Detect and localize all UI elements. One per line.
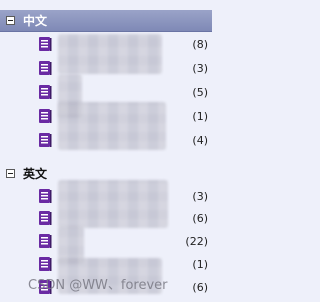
book-icon: [39, 234, 52, 248]
item-count: (1): [192, 257, 208, 271]
book-icon: [39, 189, 52, 203]
book-icon: [39, 109, 52, 123]
book-icon: [39, 85, 52, 99]
item-count: (22): [185, 234, 208, 248]
group-label: 中文: [23, 14, 48, 28]
item-count: (8): [192, 37, 208, 51]
collapse-minus-icon[interactable]: [6, 16, 15, 25]
item-count: (4): [192, 133, 208, 147]
redacted-block: [58, 34, 162, 74]
tree-item[interactable]: (22): [0, 229, 212, 253]
book-icon: [39, 37, 52, 51]
group-label: 英文: [23, 166, 48, 181]
watermark: CSDN @WW、forever: [28, 278, 168, 293]
redacted-block: [58, 102, 166, 150]
item-count: (6): [192, 211, 208, 225]
collapse-minus-icon[interactable]: [6, 168, 15, 178]
tree-view: 中文 (8) (3) (5) (1) (4) 英文 (3) (6) (22) (…: [0, 0, 212, 302]
book-icon: [39, 133, 52, 147]
tree-group-header-chinese[interactable]: 中文: [0, 10, 212, 32]
book-icon: [39, 257, 52, 271]
book-icon: [39, 211, 52, 225]
item-count: (5): [192, 85, 208, 99]
book-icon: [39, 61, 52, 75]
item-count: (1): [192, 109, 208, 123]
item-count: (3): [192, 61, 208, 75]
redacted-block: [58, 180, 168, 228]
item-count: (3): [192, 189, 208, 203]
item-count: (6): [192, 280, 208, 294]
tree-item[interactable]: (5): [0, 80, 212, 104]
